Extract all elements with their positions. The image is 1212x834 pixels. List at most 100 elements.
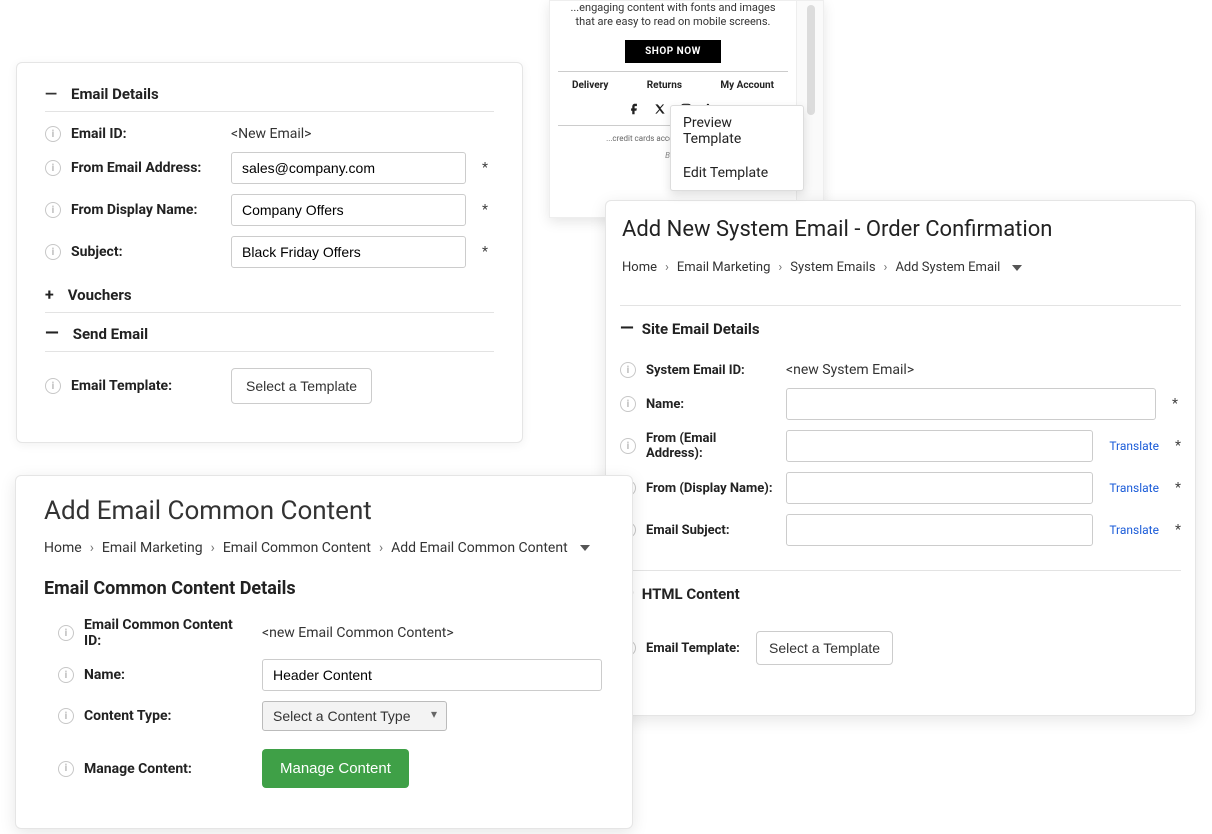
name-input[interactable] — [786, 388, 1156, 420]
row-from-display: i From Display Name: * — [45, 194, 494, 226]
row-email-template: i Email Template: Select a Template — [45, 368, 494, 404]
subject-input[interactable] — [231, 236, 466, 268]
row-common-content-id: i Email Common Content ID: <new Email Co… — [58, 617, 608, 649]
template-link-account[interactable]: My Account — [720, 80, 774, 91]
breadcrumb: Home › Email Marketing › Email Common Co… — [44, 540, 608, 556]
required-asterisk: * — [1175, 480, 1181, 496]
value-common-content-id: <new Email Common Content> — [262, 625, 454, 641]
label-name: Name: — [646, 397, 776, 412]
page-title: Add New System Email - Order Confirmatio… — [622, 217, 1181, 242]
chevron-right-icon: › — [211, 540, 215, 556]
section-title: Email Details — [71, 85, 159, 103]
chevron-right-icon: › — [884, 260, 888, 275]
shop-now-button[interactable]: SHOP NOW — [625, 40, 721, 63]
breadcrumb-home[interactable]: Home — [44, 540, 82, 556]
row-subject: i Subject: * — [45, 236, 494, 268]
add-email-common-content-panel: Add Email Common Content Home › Email Ma… — [15, 475, 633, 829]
label-subject: Subject: — [71, 244, 221, 260]
label-common-content-id: Email Common Content ID: — [84, 617, 252, 649]
chevron-right-icon: › — [379, 540, 383, 556]
label-email-template: Email Template: — [71, 378, 221, 394]
section-header-html-content[interactable]: — HTML Content — [620, 585, 1181, 613]
info-icon[interactable]: i — [45, 378, 61, 394]
info-icon[interactable]: i — [45, 202, 61, 218]
row-name: i Name: — [58, 659, 608, 691]
from-email-input[interactable] — [786, 430, 1093, 462]
label-from-email: From Email Address: — [71, 160, 221, 176]
sub-heading: Email Common Content Details — [44, 578, 608, 599]
scrollbar-thumb[interactable] — [807, 5, 815, 115]
label-subject: Email Subject: — [646, 523, 776, 538]
breadcrumb-home[interactable]: Home — [622, 260, 657, 275]
row-email-template: i Email Template: Select a Template — [620, 631, 1181, 665]
info-icon[interactable]: i — [58, 625, 74, 641]
label-email-template: Email Template: — [646, 641, 746, 656]
menu-item-edit-template[interactable]: Edit Template — [671, 156, 803, 190]
label-from-display: From (Display Name): — [646, 481, 776, 496]
breadcrumb-email-marketing[interactable]: Email Marketing — [677, 260, 770, 275]
expand-icon: + — [45, 289, 54, 301]
value-email-id: <New Email> — [231, 126, 312, 142]
manage-content-button[interactable]: Manage Content — [262, 749, 409, 788]
translate-link[interactable]: Translate — [1109, 481, 1159, 495]
select-template-button[interactable]: Select a Template — [231, 368, 372, 404]
section-title: Send Email — [73, 325, 148, 343]
required-asterisk: * — [1172, 396, 1178, 412]
menu-item-preview-template[interactable]: Preview Template — [671, 106, 803, 156]
translate-link[interactable]: Translate — [1109, 439, 1159, 453]
select-template-button[interactable]: Select a Template — [756, 631, 893, 665]
translate-link[interactable]: Translate — [1109, 523, 1159, 537]
info-icon[interactable]: i — [620, 362, 636, 378]
breadcrumb-add-system-email: Add System Email — [895, 260, 1000, 275]
info-icon[interactable]: i — [45, 244, 61, 260]
label-from-email: From (Email Address): — [646, 431, 776, 461]
content-type-select[interactable]: Select a Content Type — [262, 701, 447, 731]
section-title: Vouchers — [68, 286, 132, 304]
from-display-input[interactable] — [786, 472, 1093, 504]
breadcrumb-email-common-content[interactable]: Email Common Content — [223, 540, 371, 556]
required-asterisk: * — [482, 202, 488, 218]
name-input[interactable] — [262, 659, 602, 691]
template-links-row: Delivery Returns My Account — [558, 76, 788, 95]
section-site-email-details: — Site Email Details i System Email ID: … — [620, 305, 1181, 546]
section-header-email-details[interactable]: — Email Details — [45, 85, 494, 112]
info-icon[interactable]: i — [58, 708, 74, 724]
x-twitter-icon[interactable] — [653, 101, 667, 115]
info-icon[interactable]: i — [620, 396, 636, 412]
subject-input[interactable] — [786, 514, 1093, 546]
add-system-email-panel: Add New System Email - Order Confirmatio… — [605, 200, 1196, 716]
template-link-returns[interactable]: Returns — [647, 80, 682, 91]
section-header-vouchers[interactable]: + Vouchers — [45, 278, 494, 313]
required-asterisk: * — [482, 244, 488, 260]
collapse-icon: — — [45, 328, 59, 340]
info-icon[interactable]: i — [620, 438, 636, 454]
info-icon[interactable]: i — [45, 160, 61, 176]
row-from-email: i From Email Address: * — [45, 152, 494, 184]
info-icon[interactable]: i — [45, 126, 61, 142]
section-header-send-email[interactable]: — Send Email — [45, 317, 494, 352]
label-manage-content: Manage Content: — [84, 761, 252, 777]
breadcrumb-system-emails[interactable]: System Emails — [790, 260, 875, 275]
from-email-input[interactable] — [231, 152, 466, 184]
chevron-down-icon[interactable] — [580, 545, 590, 551]
section-html-content: — HTML Content i Email Template: Select … — [620, 570, 1181, 665]
template-link-delivery[interactable]: Delivery — [572, 80, 608, 91]
breadcrumb-email-marketing[interactable]: Email Marketing — [102, 540, 203, 556]
info-icon[interactable]: i — [58, 761, 74, 777]
collapse-icon: — — [45, 88, 57, 100]
required-asterisk: * — [482, 160, 488, 176]
breadcrumb-add-email-common-content: Add Email Common Content — [391, 540, 568, 556]
required-asterisk: * — [1175, 438, 1181, 454]
label-from-display: From Display Name: — [71, 202, 221, 218]
label-email-id: Email ID: — [71, 126, 221, 142]
facebook-icon[interactable] — [627, 101, 641, 115]
row-subject: i Email Subject: Translate * — [620, 514, 1181, 546]
email-details-panel: — Email Details i Email ID: <New Email> … — [16, 62, 523, 443]
from-display-input[interactable] — [231, 194, 466, 226]
section-header-site-email-details[interactable]: — Site Email Details — [620, 320, 1181, 348]
chevron-down-icon[interactable] — [1012, 265, 1022, 271]
value-system-email-id: <new System Email> — [786, 362, 914, 378]
row-system-email-id: i System Email ID: <new System Email> — [620, 362, 1181, 378]
row-from-display: i From (Display Name): Translate * — [620, 472, 1181, 504]
info-icon[interactable]: i — [58, 667, 74, 683]
